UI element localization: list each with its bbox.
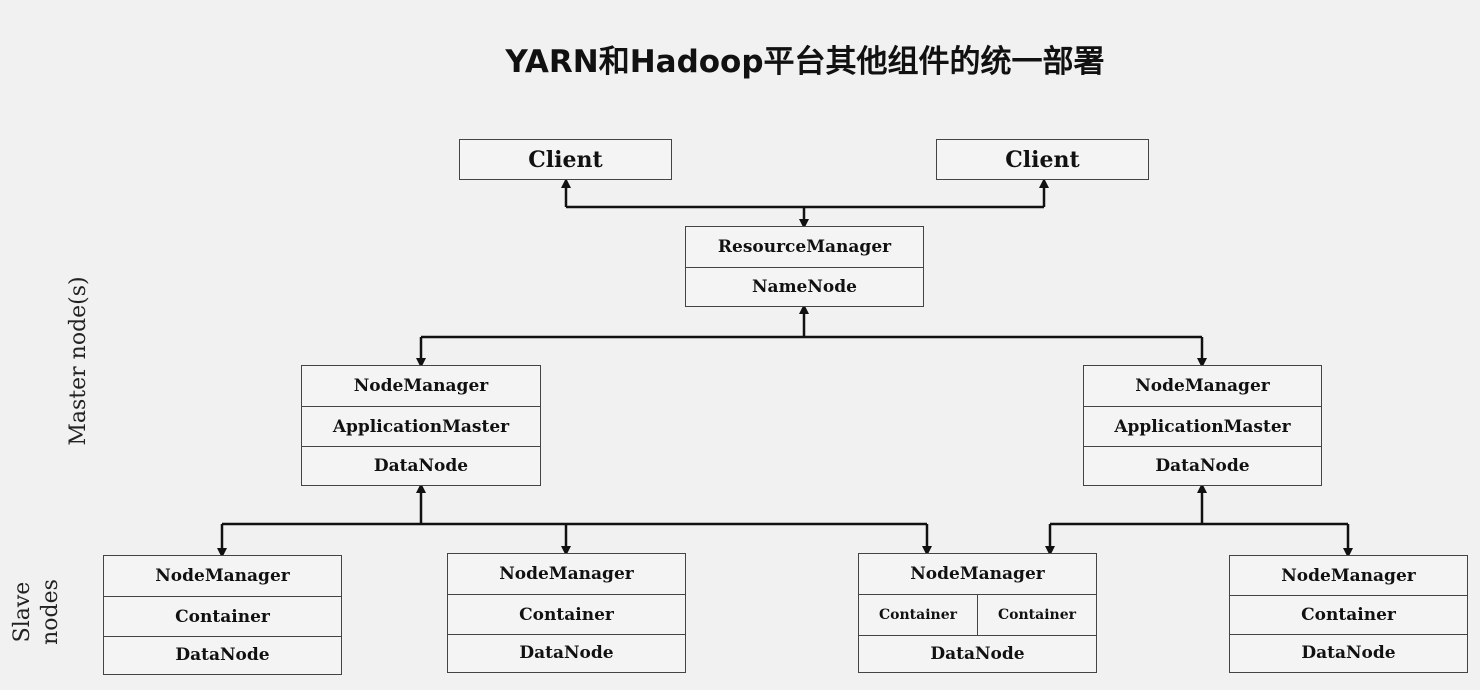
am-node-box-right: NodeManager ApplicationMaster DataNode bbox=[1083, 365, 1322, 486]
slave-node-box-1: NodeManager Container DataNode bbox=[103, 555, 342, 675]
client-label: Client bbox=[528, 146, 603, 173]
data-node-cell: DataNode bbox=[448, 634, 685, 671]
data-node-cell: DataNode bbox=[859, 635, 1096, 672]
node-manager-cell: NodeManager bbox=[1281, 565, 1416, 586]
slave-label-line2: nodes bbox=[38, 579, 63, 645]
client-box-right: Client bbox=[936, 139, 1149, 180]
node-manager-cell: NodeManager bbox=[353, 376, 489, 396]
data-node-cell: DataNode bbox=[1084, 446, 1321, 484]
client-label: Client bbox=[1005, 146, 1080, 173]
slave-node-box-4: NodeManager Container DataNode bbox=[1229, 555, 1468, 673]
data-node-cell: DataNode bbox=[302, 446, 540, 484]
node-manager-cell: NodeManager bbox=[499, 564, 634, 584]
container-cell: Container bbox=[104, 596, 341, 636]
container-cell: Container bbox=[977, 595, 1096, 635]
resource-manager-cell: ResourceManager bbox=[717, 237, 892, 257]
node-manager-cell: NodeManager bbox=[910, 564, 1045, 584]
master-node-box: ResourceManager NameNode bbox=[685, 226, 924, 307]
container-cell: Container bbox=[448, 594, 685, 634]
slave-nodes-label: Slave nodes bbox=[9, 572, 65, 652]
application-master-cell: ApplicationMaster bbox=[1084, 406, 1321, 446]
master-nodes-label-text: Master node(s) bbox=[66, 276, 91, 446]
data-node-cell: DataNode bbox=[104, 636, 341, 673]
name-node-cell: NameNode bbox=[686, 267, 923, 305]
application-master-cell: ApplicationMaster bbox=[302, 406, 540, 446]
node-manager-cell: NodeManager bbox=[155, 566, 290, 586]
slave-label-line1: Slave bbox=[10, 581, 35, 643]
slave-node-box-3: NodeManager Container Container DataNode bbox=[858, 553, 1097, 673]
master-nodes-label: Master node(s) bbox=[64, 276, 94, 446]
client-box-left: Client bbox=[459, 139, 672, 180]
container-cell: Container bbox=[1230, 595, 1467, 634]
slave-node-box-2: NodeManager Container DataNode bbox=[447, 553, 686, 673]
container-cell: Container bbox=[879, 607, 957, 623]
data-node-cell: DataNode bbox=[1230, 634, 1467, 671]
node-manager-cell: NodeManager bbox=[1135, 376, 1270, 396]
container-row: Container Container bbox=[859, 594, 1096, 635]
am-node-box-left: NodeManager ApplicationMaster DataNode bbox=[301, 365, 541, 486]
